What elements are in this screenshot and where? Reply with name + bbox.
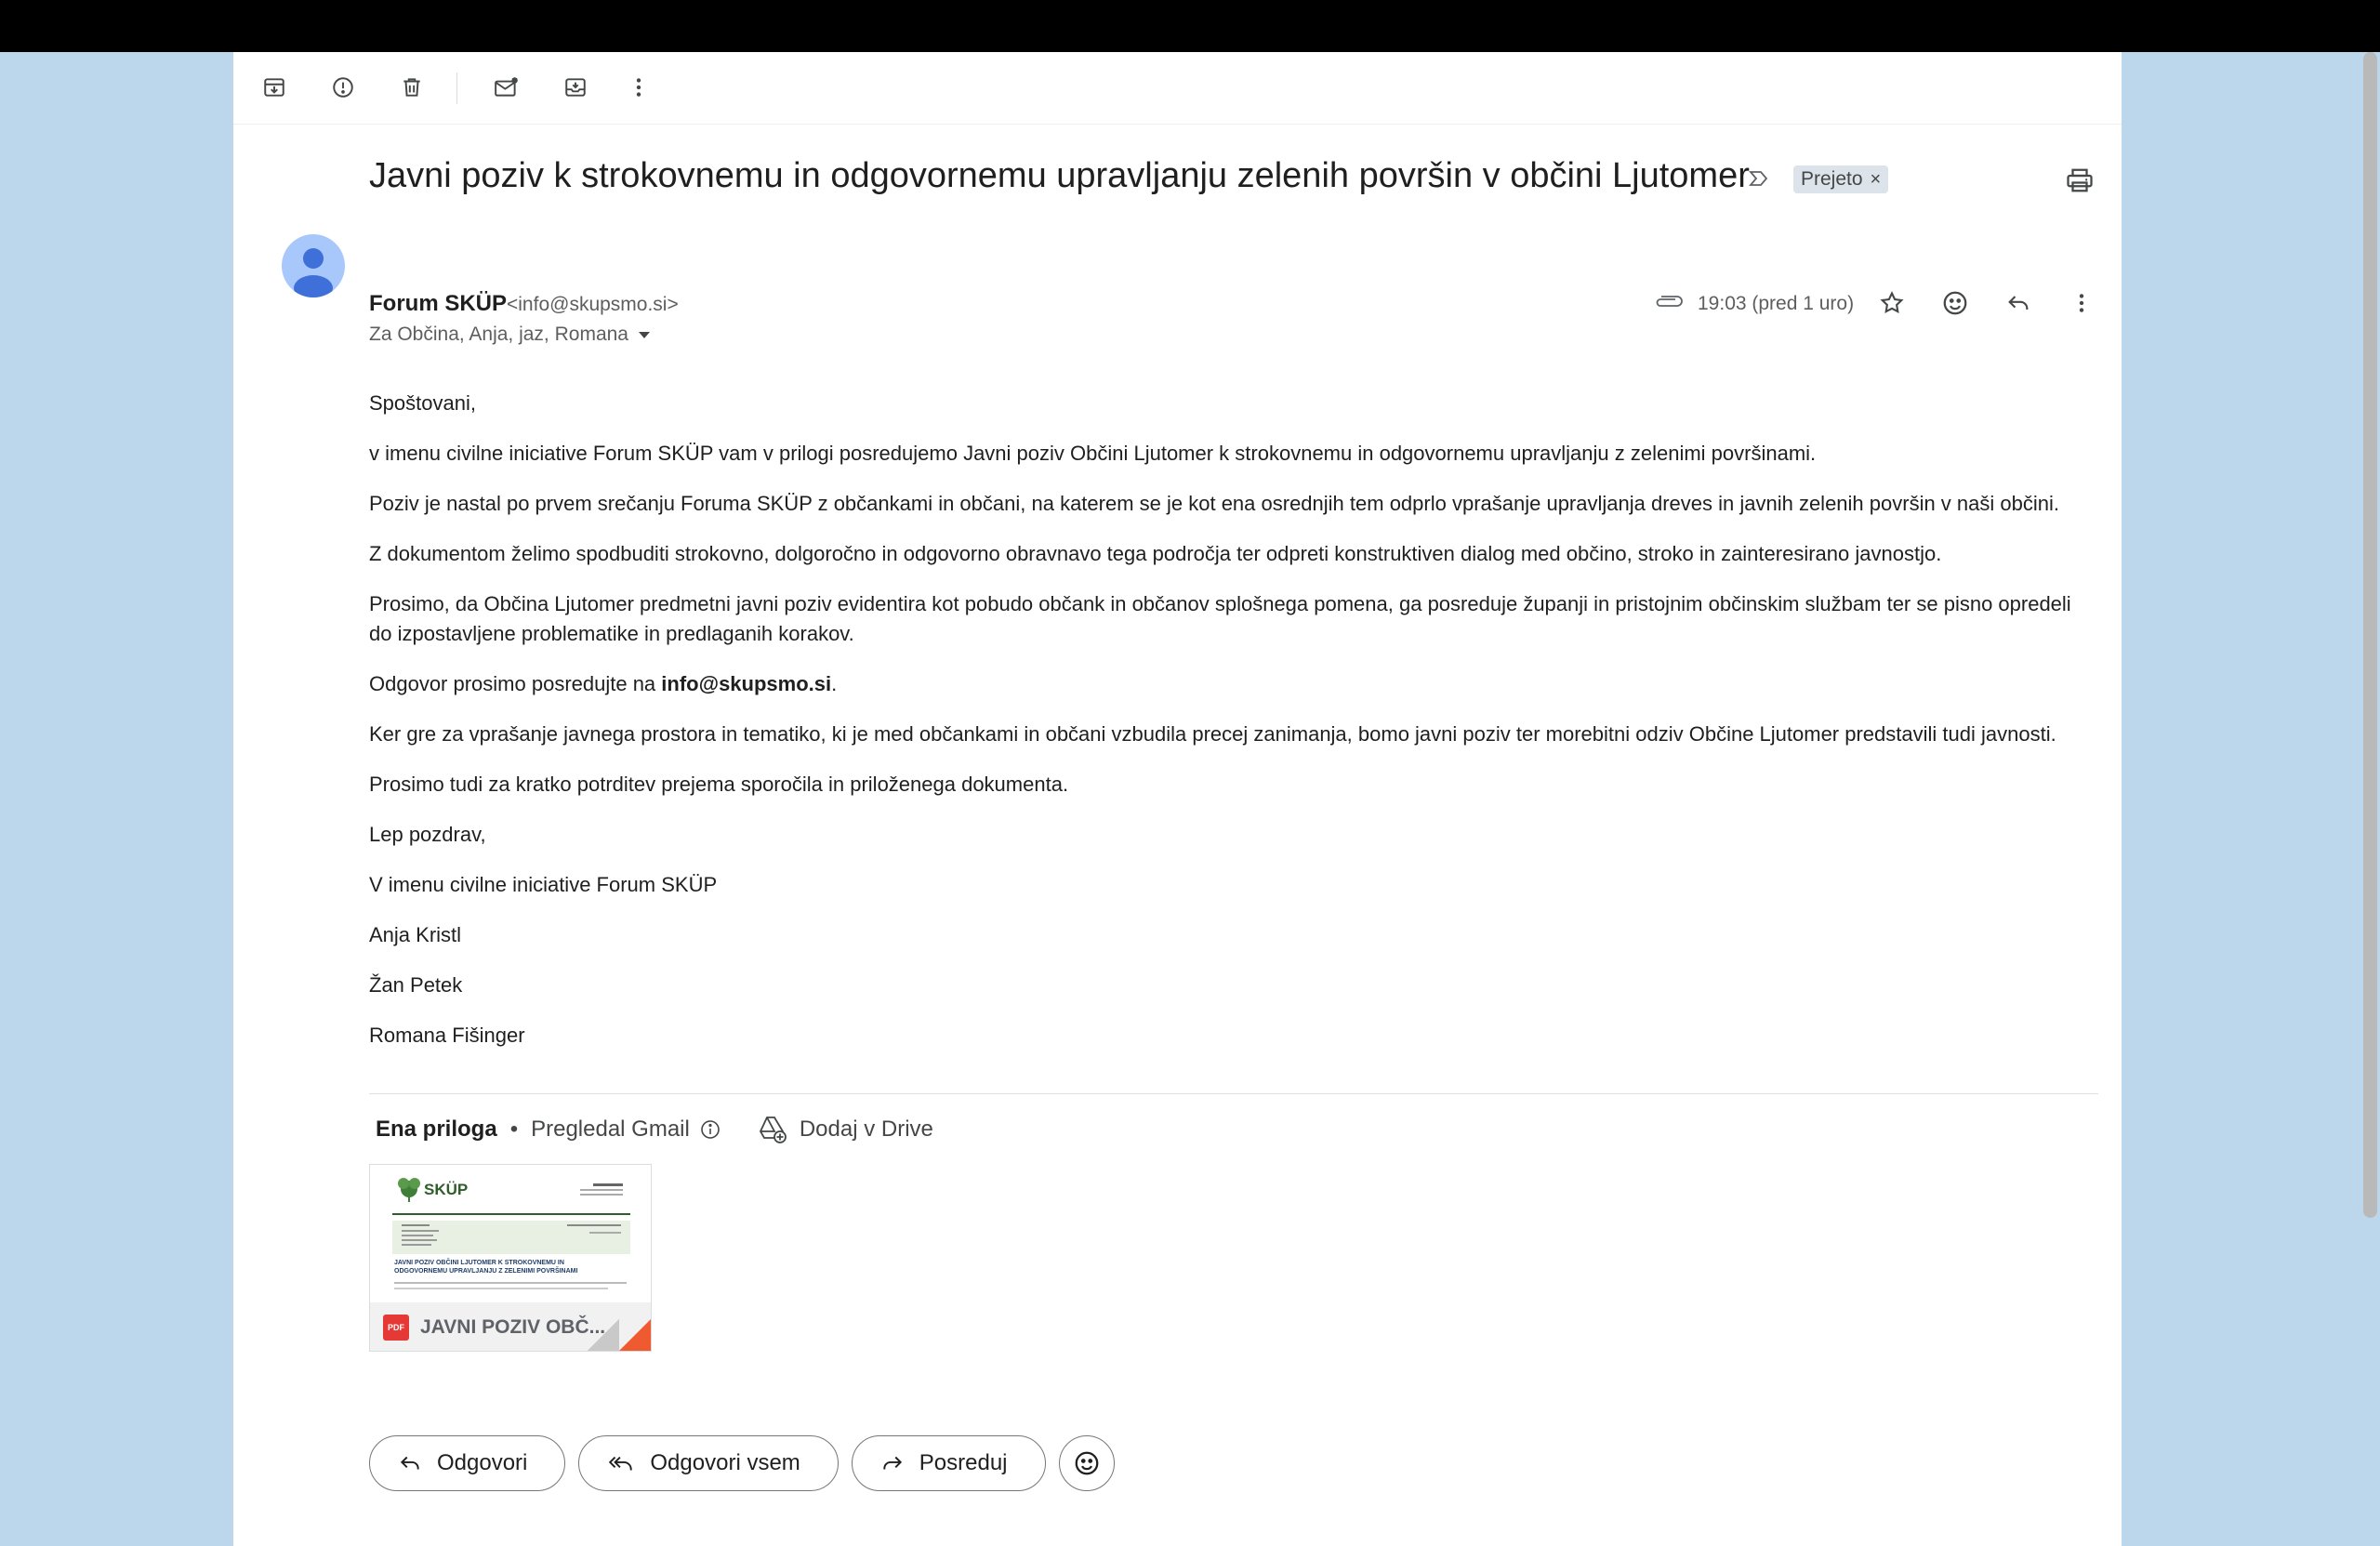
- signature-line: Žan Petek: [369, 973, 463, 997]
- delete-button[interactable]: [393, 69, 430, 106]
- message-more-button[interactable]: [2063, 284, 2100, 322]
- archive-icon: [264, 78, 284, 97]
- mark-unread-button[interactable]: [488, 69, 525, 106]
- page-scrollbar[interactable]: [2360, 52, 2380, 1546]
- body-paragraph: Ker gre za vprašanje javnega prostora in…: [369, 722, 2056, 746]
- email-body: Spoštovani, v imenu civilne iniciative F…: [369, 389, 2098, 1071]
- star-button[interactable]: [1873, 284, 1911, 322]
- label-remove-icon[interactable]: ×: [1871, 169, 1882, 191]
- email-subject: Javni poziv k strokovnemu in odgovornemu…: [369, 156, 1750, 195]
- report-spam-icon: [333, 77, 353, 98]
- forward-button[interactable]: Posreduj: [851, 1435, 1046, 1491]
- signature-line: V imenu civilne iniciative Forum SKÜP: [369, 873, 718, 896]
- attachment-filename: JAVNI POZIV OBČ...: [420, 1316, 606, 1338]
- move-to-button[interactable]: [557, 69, 594, 106]
- body-paragraph: Z dokumentom želimo spodbuditi strokovno…: [369, 542, 1942, 565]
- emoji-icon: [1943, 291, 1967, 315]
- label-chip-text: Prejeto: [1801, 168, 1863, 190]
- message-actions: Odgovori Odgovori vsem Posreduj: [369, 1435, 1115, 1491]
- body-greeting: Spoštovani,: [369, 391, 476, 415]
- preview-title-line2: ODGOVORNEMU UPRAVLJANJU Z ZELENIMI POVRŠ…: [394, 1266, 577, 1275]
- label-chip-inbox[interactable]: Prejeto ×: [1793, 165, 1889, 193]
- attachments-divider: [369, 1093, 2098, 1094]
- reply-all-icon: [609, 1456, 633, 1471]
- pdf-file-icon: PDF: [383, 1315, 409, 1341]
- reply-label: Odgovori: [437, 1450, 528, 1475]
- report-spam-button[interactable]: [324, 69, 362, 106]
- top-black-bar: [0, 0, 2380, 52]
- signature-line: Romana Fišinger: [369, 1024, 525, 1047]
- add-to-drive-label: Dodaj v Drive: [799, 1117, 933, 1142]
- body-paragraph: Prosimo tudi za kratko potrditev prejema…: [369, 773, 1069, 796]
- signature-line: Anja Kristl: [369, 923, 462, 946]
- recipients-text: Za Občina, Anja, jaz, Romana: [369, 324, 628, 345]
- document-thumbnail: SKÜP JAVNI POZIV OBČINI LJUTOMER K STROK…: [370, 1165, 651, 1302]
- info-icon[interactable]: [699, 1118, 721, 1141]
- move-to-icon: [565, 78, 586, 97]
- more-vert-icon: [2079, 294, 2084, 312]
- email-timestamp: 19:03 (pred 1 uro): [1698, 293, 1855, 314]
- body-paragraph: Poziv je nastal po prvem srečanju Foruma…: [369, 492, 2059, 515]
- print-icon: [2067, 168, 2093, 192]
- reply-address-prefix: Odgovor prosimo posredujte na: [369, 672, 662, 695]
- attachments-header: Ena priloga • Pregledal Gmail Dodaj v Dr…: [376, 1115, 933, 1144]
- drive-add-icon: [759, 1117, 787, 1143]
- reply-address-suffix: .: [831, 672, 838, 695]
- forward-label: Posreduj: [919, 1450, 1008, 1475]
- archive-button[interactable]: [256, 69, 293, 106]
- recipients-toggle[interactable]: Za Občina, Anja, jaz, Romana: [369, 324, 651, 346]
- reply-icon: [2008, 296, 2029, 310]
- page-curl-corner: [619, 1319, 651, 1351]
- email-panel: Javni poziv k strokovnemu in odgovornemu…: [233, 52, 2122, 1546]
- attachment-count: Ena priloga: [376, 1117, 497, 1142]
- attachment-clip-icon: [1656, 296, 1683, 307]
- body-paragraph: Prosimo, da Občina Ljutomer predmetni ja…: [369, 592, 2071, 645]
- reply-all-label: Odgovori vsem: [650, 1450, 800, 1475]
- sender-avatar[interactable]: [282, 234, 345, 297]
- more-options-button[interactable]: [620, 69, 657, 106]
- importance-marker-icon[interactable]: [1748, 169, 1770, 188]
- forward-icon: [883, 1456, 902, 1470]
- attachment-preview: SKÜP JAVNI POZIV OBČINI LJUTOMER K STROK…: [370, 1165, 651, 1302]
- preview-title-line1: JAVNI POZIV OBČINI LJUTOMER K STROKOVNEM…: [394, 1258, 564, 1266]
- toolbar-separator: [456, 73, 457, 104]
- attachment-card[interactable]: SKÜP JAVNI POZIV OBČINI LJUTOMER K STROK…: [369, 1164, 652, 1352]
- email-toolbar: [233, 52, 2122, 125]
- add-reaction-button[interactable]: [1937, 284, 1974, 322]
- scanned-by-gmail-label: Pregledal Gmail: [531, 1117, 690, 1142]
- emoji-icon: [1075, 1451, 1098, 1475]
- reply-all-button[interactable]: Odgovori vsem: [578, 1435, 839, 1491]
- reply-button[interactable]: Odgovori: [369, 1435, 566, 1491]
- reply-icon: [400, 1456, 419, 1470]
- sender-email: <info@skupsmo.si>: [507, 294, 679, 315]
- sender-name: Forum SKÜP: [369, 291, 508, 316]
- person-icon: [294, 248, 333, 297]
- separator-dot: •: [509, 1117, 519, 1142]
- dropdown-arrow-icon: [638, 332, 650, 338]
- body-paragraph: v imenu civilne iniciative Forum SKÜP va…: [369, 442, 1817, 465]
- star-icon: [1880, 291, 1904, 313]
- body-closing: Lep pozdrav,: [369, 823, 486, 846]
- scrollbar-thumb[interactable]: [2363, 52, 2377, 1218]
- delete-icon: [403, 78, 420, 97]
- emoji-reaction-button[interactable]: [1058, 1435, 1115, 1491]
- page-curl-shadow: [588, 1319, 619, 1351]
- body-paragraph-reply-address: Odgovor prosimo posredujte na info@skups…: [369, 669, 2098, 699]
- reply-address-email[interactable]: info@skupsmo.si: [661, 672, 831, 695]
- mark-unread-icon: [495, 77, 518, 97]
- more-vert-icon: [636, 78, 641, 97]
- print-button[interactable]: [2061, 162, 2098, 199]
- reply-button-header[interactable]: [2000, 284, 2037, 322]
- preview-logo-text: SKÜP: [424, 1181, 468, 1198]
- add-to-drive-button[interactable]: Dodaj v Drive: [757, 1115, 933, 1144]
